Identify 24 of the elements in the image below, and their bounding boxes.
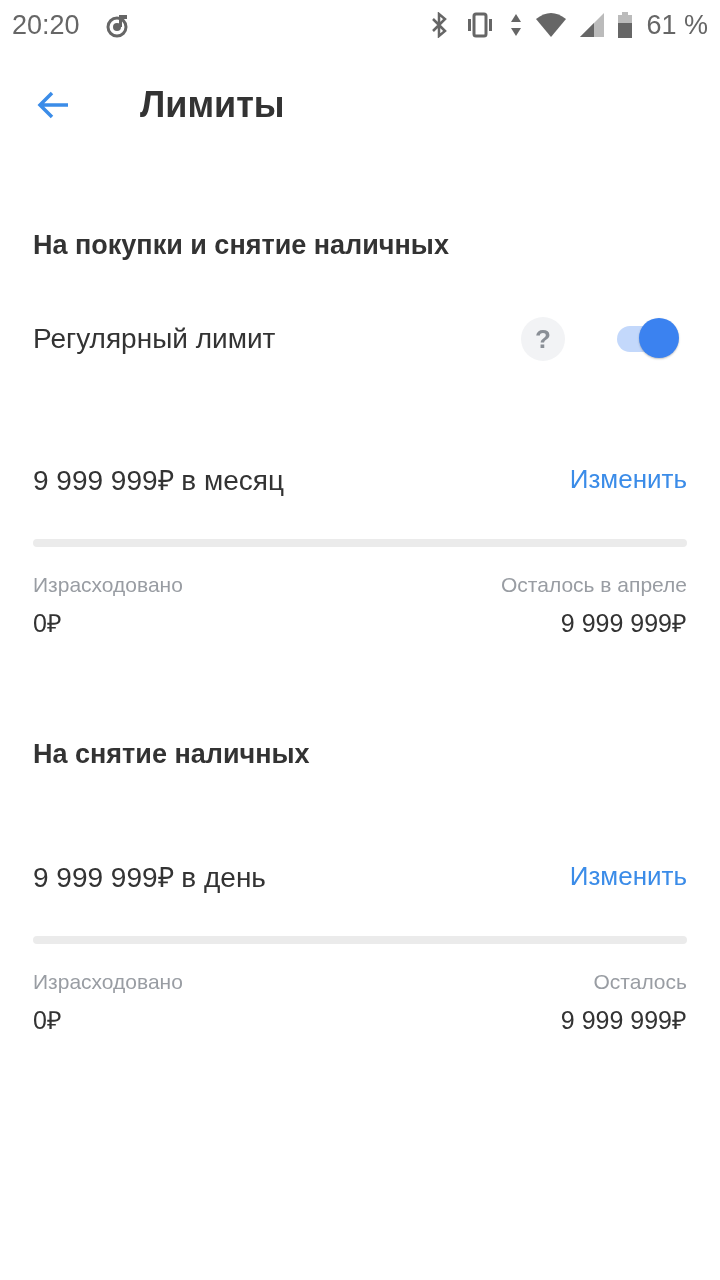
signal-icon xyxy=(580,13,605,37)
battery-level: 61 % xyxy=(646,9,708,41)
spent-label: Израсходовано xyxy=(33,573,183,597)
data-arrows-icon xyxy=(510,12,523,38)
page-title: Лимиты xyxy=(140,84,285,126)
spent-value: 0₽ xyxy=(33,1005,62,1036)
back-button[interactable] xyxy=(36,90,70,120)
wifi-icon xyxy=(536,13,567,37)
change-link[interactable]: Изменить xyxy=(569,860,687,892)
limit-amount: 9 999 999₽ в день xyxy=(33,861,266,895)
toggle-label: Регулярный лимит xyxy=(33,323,276,355)
remaining-value: 9 999 999₽ xyxy=(560,1005,687,1036)
spent-value: 0₽ xyxy=(33,608,62,639)
remaining-value: 9 999 999₽ xyxy=(560,608,687,639)
help-button[interactable]: ? xyxy=(521,317,565,361)
spent-label: Израсходовано xyxy=(33,970,183,994)
section-heading: На снятие наличных xyxy=(33,739,311,770)
limit-amount: 9 999 999₽ в месяц xyxy=(33,464,285,498)
remaining-label: Осталось в апреле xyxy=(501,573,687,597)
change-link[interactable]: Изменить xyxy=(569,463,687,495)
status-time: 20:20 xyxy=(12,9,80,41)
remaining-label: Осталось xyxy=(593,970,687,994)
section-heading: На покупки и снятие наличных xyxy=(33,230,450,261)
battery-icon xyxy=(618,12,633,38)
